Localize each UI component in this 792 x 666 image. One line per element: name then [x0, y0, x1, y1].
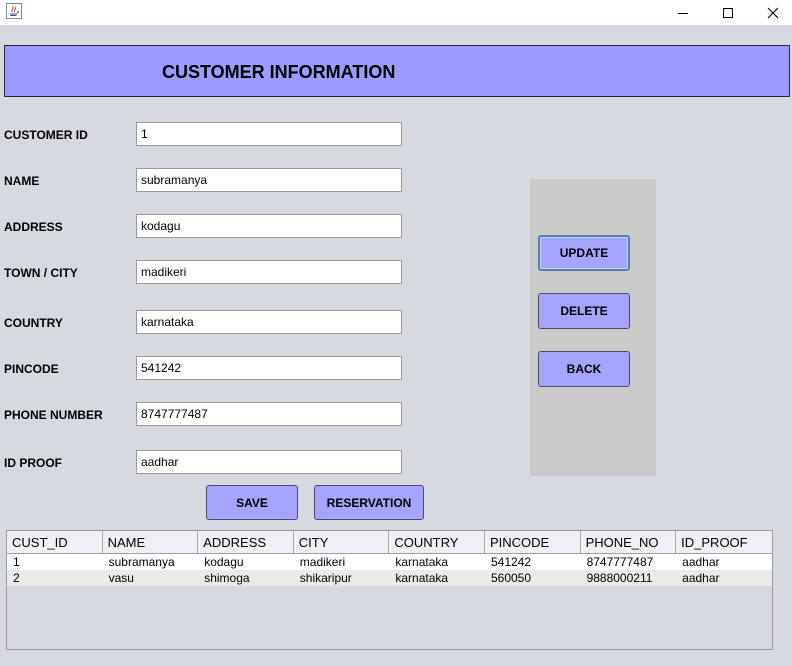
reservation-button[interactable]: RESERVATION	[314, 485, 424, 520]
pincode-label: PINCODE	[4, 362, 59, 376]
table-cell: karnataka	[395, 571, 449, 585]
phone-number-field[interactable]	[136, 402, 402, 426]
column-header-pincode[interactable]: PINCODE	[485, 531, 581, 553]
id-proof-field[interactable]	[136, 450, 402, 474]
column-header-address[interactable]: ADDRESS	[198, 531, 294, 553]
table-cell: subramanya	[108, 555, 175, 569]
table-cell: aadhar	[682, 555, 720, 569]
save-button[interactable]: SAVE	[206, 485, 298, 520]
column-header-id-proof[interactable]: ID_PROOF	[676, 531, 772, 553]
name-field[interactable]	[136, 168, 402, 192]
phone-number-label: PHONE NUMBER	[4, 408, 103, 422]
java-icon	[6, 3, 22, 19]
maximize-icon	[722, 7, 733, 18]
table-cell: aadhar	[682, 571, 720, 585]
country-field[interactable]	[136, 310, 402, 334]
table-row[interactable]: 1 subramanya kodagu madikeri karnataka 5…	[7, 554, 772, 570]
address-label: ADDRESS	[4, 220, 63, 234]
town-city-field[interactable]	[136, 260, 402, 284]
table-row[interactable]: 2 vasu shimoga shikaripur karnataka 5600…	[7, 570, 772, 586]
customer-table[interactable]: CUST_ID NAME ADDRESS CITY COUNTRY PINCOD…	[6, 530, 773, 650]
column-header-name[interactable]: NAME	[103, 531, 199, 553]
table-cell: shikaripur	[299, 571, 352, 585]
column-header-phone-no[interactable]: PHONE_NO	[581, 531, 677, 553]
table-cell: 560050	[490, 571, 532, 585]
table-cell: 541242	[490, 555, 532, 569]
minimize-button[interactable]	[660, 0, 705, 25]
country-label: COUNTRY	[4, 316, 63, 330]
table-cell: kodagu	[204, 555, 244, 569]
maximize-button[interactable]	[705, 0, 750, 25]
table-cell: 1	[13, 555, 20, 569]
page-title: CUSTOMER INFORMATION	[162, 62, 396, 82]
minimize-icon	[677, 12, 688, 14]
pincode-field[interactable]	[136, 356, 402, 380]
column-header-cust-id[interactable]: CUST_ID	[7, 531, 103, 553]
table-cell: madikeri	[299, 555, 346, 569]
table-cell: shimoga	[204, 571, 250, 585]
delete-button[interactable]: DELETE	[538, 293, 630, 329]
column-header-city[interactable]: CITY	[294, 531, 390, 553]
table-cell: 2	[13, 571, 20, 585]
table-cell: 9888000211	[586, 571, 653, 585]
table-cell: karnataka	[395, 555, 449, 569]
name-label: NAME	[4, 174, 40, 188]
back-button[interactable]: BACK	[538, 351, 630, 387]
table-header: CUST_ID NAME ADDRESS CITY COUNTRY PINCOD…	[7, 531, 772, 554]
customer-id-label: CUSTOMER ID	[4, 128, 88, 142]
id-proof-label: ID PROOF	[4, 456, 63, 470]
customer-id-field[interactable]	[136, 122, 402, 146]
table-cell: vasu	[108, 571, 134, 585]
update-button[interactable]: UPDATE	[538, 235, 630, 271]
address-field[interactable]	[136, 214, 402, 238]
close-button[interactable]	[750, 0, 792, 25]
close-icon	[767, 7, 778, 18]
header-banner: CUSTOMER INFORMATION	[4, 45, 790, 97]
window-titlebar	[0, 0, 792, 25]
town-city-label: TOWN / CITY	[4, 266, 78, 280]
column-header-country[interactable]: COUNTRY	[389, 531, 485, 553]
table-cell: 8747777487	[586, 555, 654, 569]
